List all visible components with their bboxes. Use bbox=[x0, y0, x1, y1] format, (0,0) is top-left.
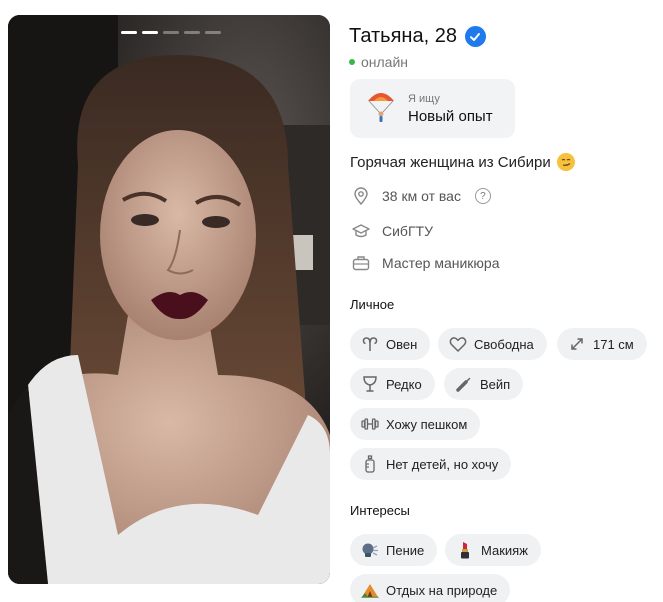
height-icon bbox=[568, 335, 586, 353]
online-status: онлайн bbox=[349, 54, 408, 70]
singing-icon bbox=[361, 541, 379, 559]
photo-dot[interactable] bbox=[184, 31, 200, 34]
photo-dot[interactable] bbox=[121, 31, 137, 34]
location-pin-icon bbox=[352, 187, 370, 205]
dumbbell-icon bbox=[361, 415, 379, 433]
glass-icon bbox=[361, 375, 379, 393]
chip-label: Вейп bbox=[480, 376, 511, 392]
distance-row: 38 км от вас ? bbox=[352, 187, 491, 205]
looking-for-value: Новый опыт bbox=[408, 107, 493, 125]
aries-icon bbox=[361, 335, 379, 353]
chip-children: Нет детей, но хочу bbox=[350, 448, 512, 480]
looking-for-card[interactable]: Я ищу Новый опыт bbox=[350, 79, 515, 138]
photo-pagination[interactable] bbox=[121, 31, 221, 34]
personal-section-title: Личное bbox=[350, 297, 395, 312]
bio: Горячая женщина из Сибири bbox=[350, 153, 575, 171]
chip-label: Редко bbox=[386, 376, 422, 392]
chip-height: 171 см bbox=[557, 328, 647, 360]
photo-dot[interactable] bbox=[205, 31, 221, 34]
help-icon[interactable]: ? bbox=[474, 188, 491, 204]
parachute-icon bbox=[366, 89, 396, 128]
distance-text: 38 км от вас bbox=[382, 188, 461, 204]
online-status-label: онлайн bbox=[361, 54, 409, 70]
chip-label: Нет детей, но хочу bbox=[386, 456, 499, 472]
chip-alcohol: Редко bbox=[350, 368, 435, 400]
verified-icon bbox=[464, 26, 486, 47]
smirk-emoji-icon bbox=[556, 153, 575, 171]
looking-for-label: Я ищу bbox=[408, 92, 440, 105]
profile-name: Татьяна, 28 bbox=[349, 25, 457, 47]
chip-interest-singing: Пение bbox=[350, 534, 438, 566]
job-row: Мастер маникюра bbox=[352, 254, 499, 272]
graduation-cap-icon bbox=[352, 222, 370, 240]
chip-label: Макияж bbox=[481, 542, 528, 558]
chip-smoking: Вейп bbox=[444, 368, 524, 400]
chip-label: Отдых на природе bbox=[386, 582, 498, 598]
camping-icon bbox=[361, 581, 379, 599]
chip-interest-nature: Отдых на природе bbox=[350, 574, 511, 602]
bio-text: Горячая женщина из Сибири bbox=[350, 153, 551, 171]
chip-interest-makeup: Макияж bbox=[445, 534, 541, 566]
job-text: Мастер маникюра bbox=[382, 255, 500, 271]
chip-relationship: Свободна bbox=[438, 328, 547, 360]
chip-label: 171 см bbox=[593, 336, 634, 352]
chip-label: Овен bbox=[386, 336, 418, 352]
baby-bottle-icon bbox=[361, 455, 379, 473]
chip-label: Хожу пешком bbox=[386, 416, 468, 432]
chip-zodiac: Овен bbox=[350, 328, 431, 360]
online-dot-icon bbox=[349, 59, 355, 65]
photo-dot[interactable] bbox=[163, 31, 179, 34]
chip-label: Пение bbox=[386, 542, 425, 558]
education-text: СибГТУ bbox=[382, 223, 433, 239]
photo-dot[interactable] bbox=[142, 31, 158, 34]
vape-icon bbox=[455, 375, 473, 393]
chip-sport: Хожу пешком bbox=[350, 408, 481, 440]
education-row: СибГТУ bbox=[352, 222, 433, 240]
interests-section-title: Интересы bbox=[350, 503, 410, 518]
profile-header: Татьяна, 28 bbox=[349, 25, 486, 48]
heart-icon bbox=[449, 335, 467, 353]
profile-photo-image bbox=[8, 15, 330, 584]
briefcase-icon bbox=[352, 254, 370, 272]
profile-photo[interactable] bbox=[8, 15, 330, 584]
chip-label: Свободна bbox=[474, 336, 534, 352]
lipstick-icon bbox=[456, 541, 474, 559]
